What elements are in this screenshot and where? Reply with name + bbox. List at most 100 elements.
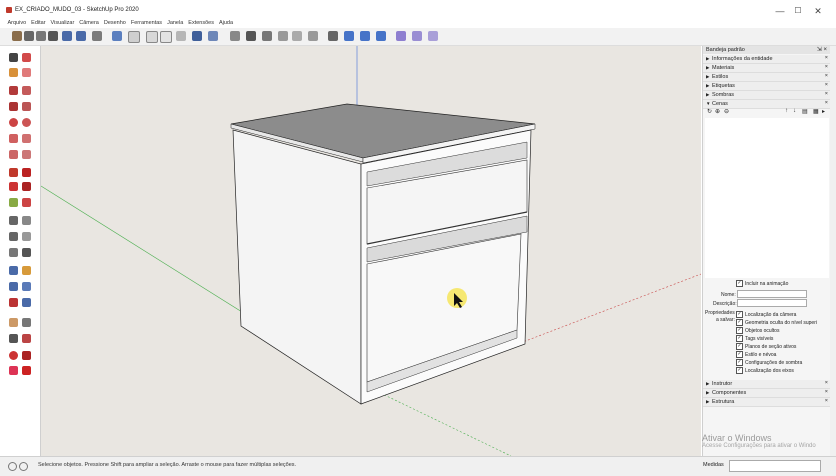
measurements-input[interactable]	[729, 460, 821, 472]
top-view-icon[interactable]	[128, 31, 140, 43]
position-camera-tool-icon[interactable]	[9, 318, 18, 327]
axes-icon[interactable]	[328, 31, 338, 41]
close-icon[interactable]: ×	[825, 82, 828, 88]
scene-description-input[interactable]	[737, 299, 807, 307]
zoom-window-icon[interactable]	[22, 282, 31, 291]
protractor-icon[interactable]	[9, 232, 18, 241]
menu-arquivo[interactable]: Arquivo	[5, 18, 29, 28]
follow-me-icon[interactable]	[22, 182, 31, 191]
zoom-extents-tool-icon[interactable]	[9, 298, 18, 307]
iso-view-icon[interactable]	[112, 31, 122, 41]
close-icon[interactable]: ×	[825, 380, 828, 386]
section-shadows[interactable]: ▶ Sombras ×	[703, 91, 831, 100]
axes-tool-icon[interactable]	[9, 248, 18, 257]
section-outliner[interactable]: ▶ Estrutura ×	[703, 398, 831, 407]
scene-menu-icon[interactable]: ▸	[822, 108, 825, 115]
home-icon[interactable]	[262, 31, 272, 41]
three-point-arc-icon[interactable]	[9, 150, 18, 159]
select-tool-icon[interactable]	[9, 53, 18, 62]
paint-icon[interactable]	[36, 31, 46, 41]
push-pull-icon[interactable]	[22, 168, 31, 177]
prop-hidden-geometry[interactable]: ✓ Geometria oculta do nível superi	[736, 319, 817, 326]
section-plane-icon[interactable]	[344, 31, 354, 41]
wireframe-icon[interactable]	[192, 31, 202, 41]
close-icon[interactable]: ×	[825, 398, 828, 404]
front-view-icon[interactable]	[146, 31, 158, 43]
camera-icon[interactable]	[230, 31, 240, 41]
rectangle-tool-icon[interactable]	[9, 102, 18, 111]
eraser-icon[interactable]	[24, 31, 34, 41]
prop-shadow-settings[interactable]: ✓ Configurações de sombra	[736, 359, 802, 366]
tray-close-icon[interactable]: ⇲ ×	[817, 46, 827, 53]
menu-extensoes[interactable]: Extensões	[186, 18, 217, 28]
menu-desenho[interactable]: Desenho	[101, 18, 128, 28]
text-tool-icon[interactable]	[22, 232, 31, 241]
scene-list[interactable]	[705, 118, 829, 278]
make-component-icon[interactable]	[22, 53, 31, 62]
walk-icon[interactable]	[396, 31, 406, 41]
move-down-icon[interactable]: ↓	[793, 108, 796, 114]
look-around-icon[interactable]	[412, 31, 422, 41]
offset-tool-icon[interactable]	[22, 198, 31, 207]
menu-editar[interactable]: Editar	[29, 18, 48, 28]
tape-measure-icon[interactable]	[9, 216, 18, 225]
section-display-icon[interactable]	[360, 31, 370, 41]
orbit-icon[interactable]	[48, 31, 58, 41]
section-entity-info[interactable]: ▶ Informações da entidade ×	[703, 55, 831, 64]
add-scene-icon[interactable]: ⊕	[715, 108, 720, 115]
prop-visible-tags[interactable]: ✓ Tags visíveis	[736, 335, 773, 342]
extension-manager-icon[interactable]	[22, 366, 31, 375]
position-camera-icon[interactable]	[428, 31, 438, 41]
prop-camera-location[interactable]: ✓ Localização da câmera	[736, 311, 796, 318]
xray-icon[interactable]	[176, 31, 186, 41]
prop-hidden-objects[interactable]: ✓ Objetos ocultos	[736, 327, 779, 334]
zoom-extents-icon[interactable]	[92, 31, 102, 41]
close-icon[interactable]: ×	[825, 100, 828, 106]
prop-axes-location[interactable]: ✓ Localização dos eixos	[736, 367, 794, 374]
3d-text-icon[interactable]	[22, 248, 31, 257]
scene-name-input[interactable]	[737, 290, 807, 298]
section-cut-icon[interactable]	[376, 31, 386, 41]
menu-camera[interactable]: Câmera	[77, 18, 102, 28]
move-up-icon[interactable]: ↑	[785, 108, 788, 114]
details-icon[interactable]: ▦	[813, 108, 819, 115]
section-components[interactable]: ▶ Componentes ×	[703, 389, 831, 398]
walk-tool-icon[interactable]	[9, 334, 18, 343]
section-tags[interactable]: ▶ Etiquetas ×	[703, 82, 831, 91]
maximize-button[interactable]: ☐	[790, 5, 806, 17]
menu-janela[interactable]: Janela	[165, 18, 186, 28]
prop-section-planes[interactable]: ✓ Planos de seção ativos	[736, 343, 796, 350]
tray-scrollbar[interactable]	[830, 46, 836, 456]
zoom-tool-icon[interactable]	[9, 282, 18, 291]
zoom-icon[interactable]	[76, 31, 86, 41]
close-icon[interactable]: ×	[825, 64, 828, 70]
circle-tool-icon[interactable]	[9, 118, 18, 127]
section-instructor[interactable]: ▶ Instrutor ×	[703, 380, 831, 389]
close-icon[interactable]: ×	[825, 389, 828, 395]
eraser-tool-icon[interactable]	[22, 68, 31, 77]
extension-warehouse-icon[interactable]	[22, 351, 31, 360]
component-icon[interactable]	[292, 31, 302, 41]
menu-visualizar[interactable]: Visualizar	[48, 18, 77, 28]
orbit-tool-icon[interactable]	[9, 266, 18, 275]
menu-ferramentas[interactable]: Ferramentas	[128, 18, 164, 28]
section-styles[interactable]: ▶ Estilos ×	[703, 73, 831, 82]
warehouse-tool-icon[interactable]	[9, 351, 18, 360]
include-animation-checkbox[interactable]: ✓ Incluir na animação	[736, 280, 788, 287]
paint-bucket-icon[interactable]	[9, 68, 18, 77]
rotated-rectangle-icon[interactable]	[22, 102, 31, 111]
minimize-button[interactable]: —	[772, 5, 788, 17]
refresh-scene-icon[interactable]: ↻	[707, 108, 712, 115]
house-icon[interactable]	[278, 31, 288, 41]
warehouse-icon[interactable]	[246, 31, 256, 41]
close-icon[interactable]: ×	[825, 91, 828, 97]
shaded-icon[interactable]	[208, 31, 218, 41]
section-materials[interactable]: ▶ Materiais ×	[703, 64, 831, 73]
close-icon[interactable]: ×	[825, 73, 828, 79]
right-view-icon[interactable]	[160, 31, 172, 43]
geolocation-icon[interactable]	[8, 462, 17, 471]
look-around-tool-icon[interactable]	[22, 318, 31, 327]
polygon-tool-icon[interactable]	[22, 118, 31, 127]
close-icon[interactable]: ×	[825, 55, 828, 61]
pan-tool-icon[interactable]	[22, 266, 31, 275]
